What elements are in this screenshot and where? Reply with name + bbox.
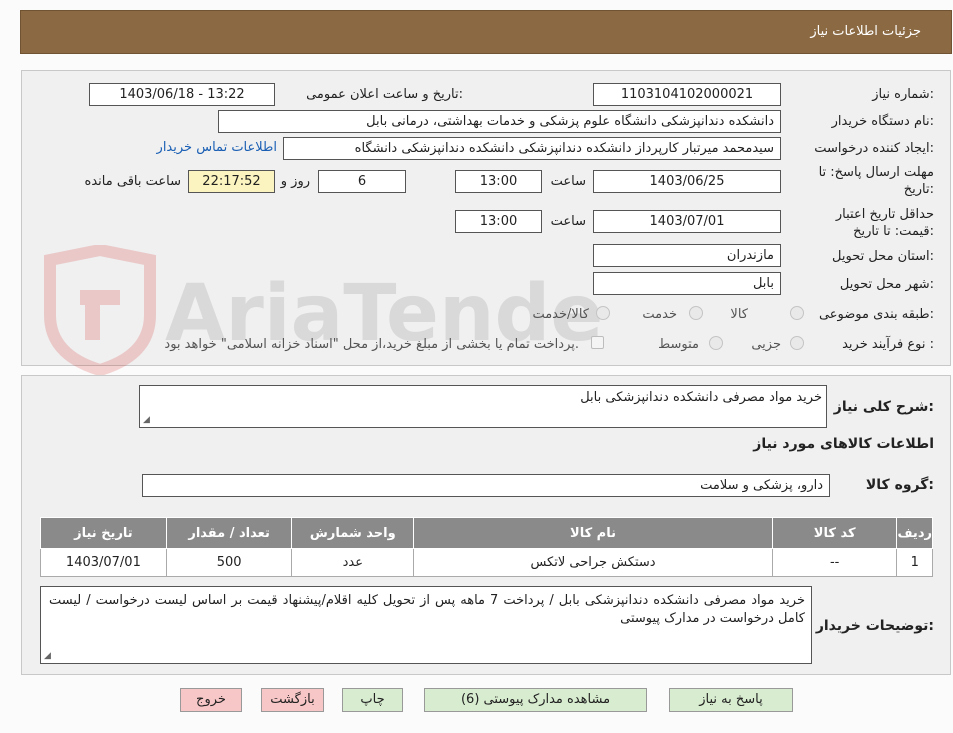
city-label: شهر محل تحویل:: [839, 277, 934, 292]
category-goods-radio[interactable]: [790, 306, 804, 320]
validity-time-field: 13:00: [455, 210, 542, 233]
province-label: استان محل تحویل:: [832, 249, 934, 264]
category-goods-label: کالا: [730, 307, 748, 322]
deadline-date-field: 1403/06/25: [593, 170, 781, 193]
treasury-payment-note: پرداخت تمام یا بخشی از مبلغ خرید،از محل …: [164, 337, 579, 352]
summary-textarea: خرید مواد مصرفی دانشکده دندانپزشکی بابل …: [139, 385, 827, 428]
cell-count: 500: [165, 548, 293, 577]
announce-field: 1403/06/18 - 13:22: [89, 83, 275, 106]
goods-group-label: گروه کالا:: [865, 477, 934, 493]
need-number-label: شماره نیاز:: [872, 87, 934, 102]
cell-name: دستکش جراحی لاتکس: [413, 548, 773, 577]
province-field: مازندران: [593, 244, 781, 267]
city-field: بابل: [593, 272, 781, 295]
exit-button[interactable]: خروج: [180, 688, 242, 712]
buyer-contact-link[interactable]: اطلاعات تماس خریدار: [157, 140, 277, 155]
need-number-field: 1103104102000021: [593, 83, 781, 106]
col-code: کد کالا: [771, 517, 898, 549]
validity-label-line2: قیمت: تا تاریخ:: [853, 224, 934, 239]
resize-handle-icon[interactable]: ◢: [44, 651, 51, 661]
cell-date: 1403/07/01: [40, 548, 167, 577]
buyer-notes-text: خرید مواد مصرفی دانشکده دندانپزشکی بابل …: [49, 593, 805, 626]
col-unit: واحد شمارش: [291, 517, 415, 549]
col-count: تعداد / مقدار: [165, 517, 293, 549]
summary-label: شرح کلی نیاز:: [833, 399, 934, 415]
process-label: نوع فرآیند خرید :: [842, 337, 934, 352]
table-row: 1403/07/01 500 عدد دستکش جراحی لاتکس -- …: [40, 548, 933, 577]
treasury-payment-checkbox[interactable]: [591, 336, 604, 349]
category-goods-service-radio[interactable]: [596, 306, 610, 320]
col-date: تاریخ نیاز: [40, 517, 167, 549]
deadline-label-line2: تاریخ:: [903, 182, 934, 197]
remaining-label: ساعت باقی مانده: [84, 174, 181, 189]
goods-info-title: اطلاعات کالاهای مورد نیاز: [753, 436, 934, 452]
announce-label: تاریخ و ساعت اعلان عمومی:: [306, 87, 463, 102]
back-button[interactable]: بازگشت: [261, 688, 324, 712]
goods-group-field: دارو، پزشکی و سلامت: [142, 474, 830, 497]
summary-text: خرید مواد مصرفی دانشکده دندانپزشکی بابل: [580, 390, 822, 405]
category-service-label: خدمت: [642, 307, 677, 322]
goods-table-header: تاریخ نیاز تعداد / مقدار واحد شمارش نام …: [40, 517, 933, 549]
deadline-time-label: ساعت: [550, 174, 586, 189]
category-service-radio[interactable]: [689, 306, 703, 320]
category-goods-service-label: کالا/خدمت: [532, 307, 589, 322]
buyer-notes-textarea: خرید مواد مصرفی دانشکده دندانپزشکی بابل …: [40, 586, 812, 664]
deadline-label-line1: مهلت ارسال پاسخ: تا: [818, 165, 934, 180]
buyer-label: نام دستگاه خریدار:: [831, 114, 934, 129]
resize-handle-icon[interactable]: ◢: [143, 415, 150, 425]
col-name: نام کالا: [413, 517, 773, 549]
print-button[interactable]: چاپ: [342, 688, 403, 712]
cell-row: 1: [896, 548, 933, 577]
process-minor-radio[interactable]: [790, 336, 804, 350]
watermark-logo: AriaTender.neT: [44, 245, 600, 375]
category-label: طبقه بندی موضوعی:: [818, 307, 934, 322]
validity-time-label: ساعت: [550, 214, 586, 229]
buyer-notes-label: توضیحات خریدار:: [815, 618, 934, 634]
requester-label: ایجاد کننده درخواست:: [814, 141, 934, 156]
process-medium-label: متوسط: [658, 337, 699, 352]
process-minor-label: جزیی: [751, 337, 781, 352]
process-medium-radio[interactable]: [709, 336, 723, 350]
deadline-time-field: 13:00: [455, 170, 542, 193]
page-title: جزئیات اطلاعات نیاز: [810, 24, 921, 39]
cell-code: --: [771, 548, 898, 577]
goods-table: تاریخ نیاز تعداد / مقدار واحد شمارش نام …: [40, 517, 933, 577]
reply-button[interactable]: پاسخ به نیاز: [669, 688, 793, 712]
cell-unit: عدد: [291, 548, 415, 577]
page-header: جزئیات اطلاعات نیاز: [20, 10, 952, 54]
days-field: 6: [318, 170, 406, 193]
validity-label-line1: حداقل تاریخ اعتبار: [835, 207, 934, 222]
days-label: روز و: [280, 174, 310, 189]
view-attachments-button[interactable]: مشاهده مدارک پیوستی (6): [424, 688, 647, 712]
col-row: ردیف: [896, 517, 933, 549]
requester-field: سیدمحمد میرتبار کارپرداز دانشکده دندانپز…: [283, 137, 781, 160]
validity-date-field: 1403/07/01: [593, 210, 781, 233]
buyer-field: دانشکده دندانپزشکی دانشگاه علوم پزشکی و …: [218, 110, 781, 133]
remaining-time-field: 22:17:52: [188, 170, 275, 193]
